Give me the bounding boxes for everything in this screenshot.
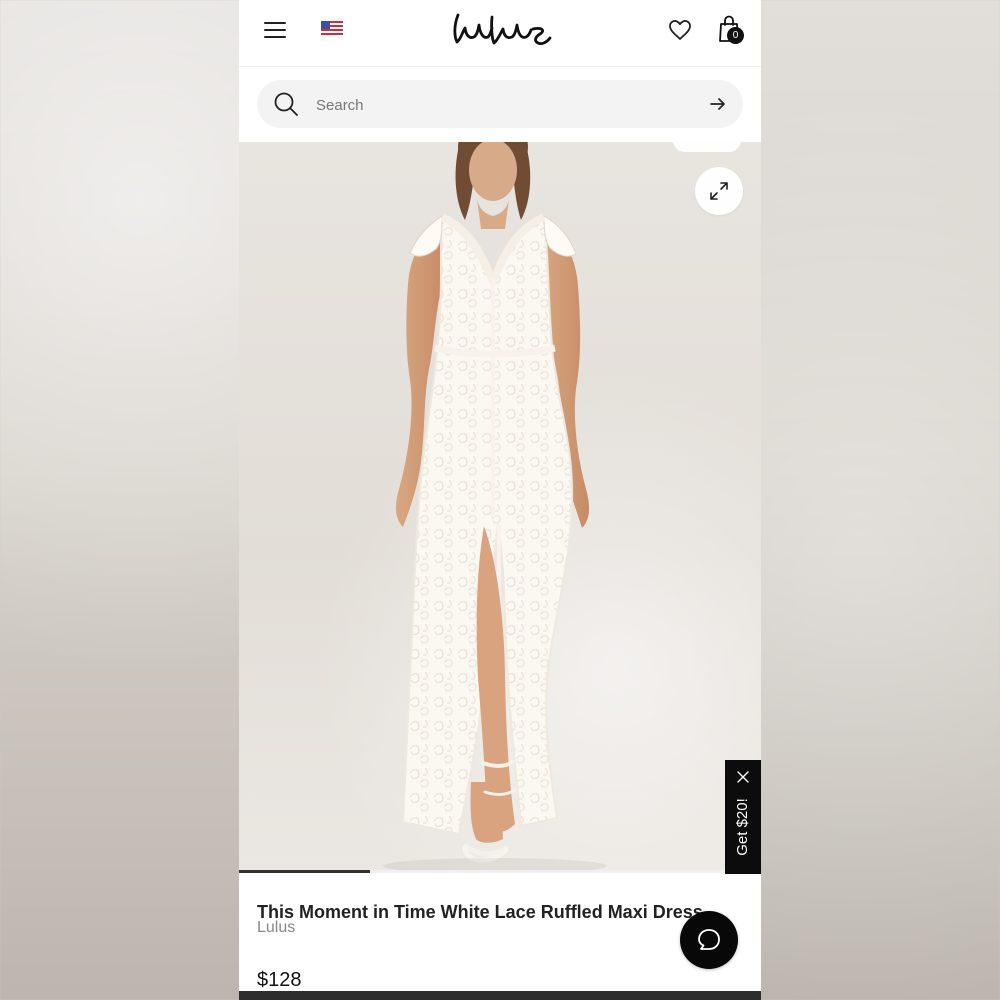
search-bar[interactable]	[257, 80, 743, 128]
heart-icon	[668, 19, 692, 41]
browser-bottom-bar	[239, 991, 761, 1000]
cart-button[interactable]: 0	[713, 12, 745, 46]
search-submit-button[interactable]	[709, 96, 727, 112]
product-title: This Moment in Time White Lace Ruffled M…	[257, 902, 703, 923]
expand-icon	[708, 180, 730, 202]
chat-icon	[696, 927, 722, 953]
promo-tab[interactable]: Get $20!	[725, 760, 761, 874]
search-icon	[273, 91, 299, 117]
lulus-logo[interactable]	[449, 8, 553, 50]
promo-label[interactable]: Get $20!	[733, 782, 753, 872]
mobile-product-page: 0 Search Get $20! This Moment in Time Wh…	[239, 0, 761, 1000]
product-image	[383, 142, 607, 872]
image-overlay-pill	[673, 142, 741, 152]
product-price: $128	[257, 969, 302, 991]
menu-button[interactable]	[259, 16, 291, 44]
fullscreen-button[interactable]	[695, 167, 743, 215]
product-brand[interactable]: Lulus	[257, 918, 295, 938]
wishlist-button[interactable]	[665, 15, 695, 45]
chat-button[interactable]	[680, 911, 738, 969]
product-image-carousel[interactable]	[239, 142, 761, 872]
cart-count-badge: 0	[727, 27, 744, 44]
search-input[interactable]	[314, 91, 678, 119]
hamburger-icon	[263, 21, 287, 39]
arrow-right-icon	[709, 96, 727, 112]
us-flag-icon	[321, 21, 343, 37]
country-selector[interactable]	[321, 21, 343, 37]
image-carousel-progress-fill	[239, 870, 370, 873]
image-carousel-progress	[239, 870, 761, 873]
site-header: 0	[239, 0, 761, 67]
